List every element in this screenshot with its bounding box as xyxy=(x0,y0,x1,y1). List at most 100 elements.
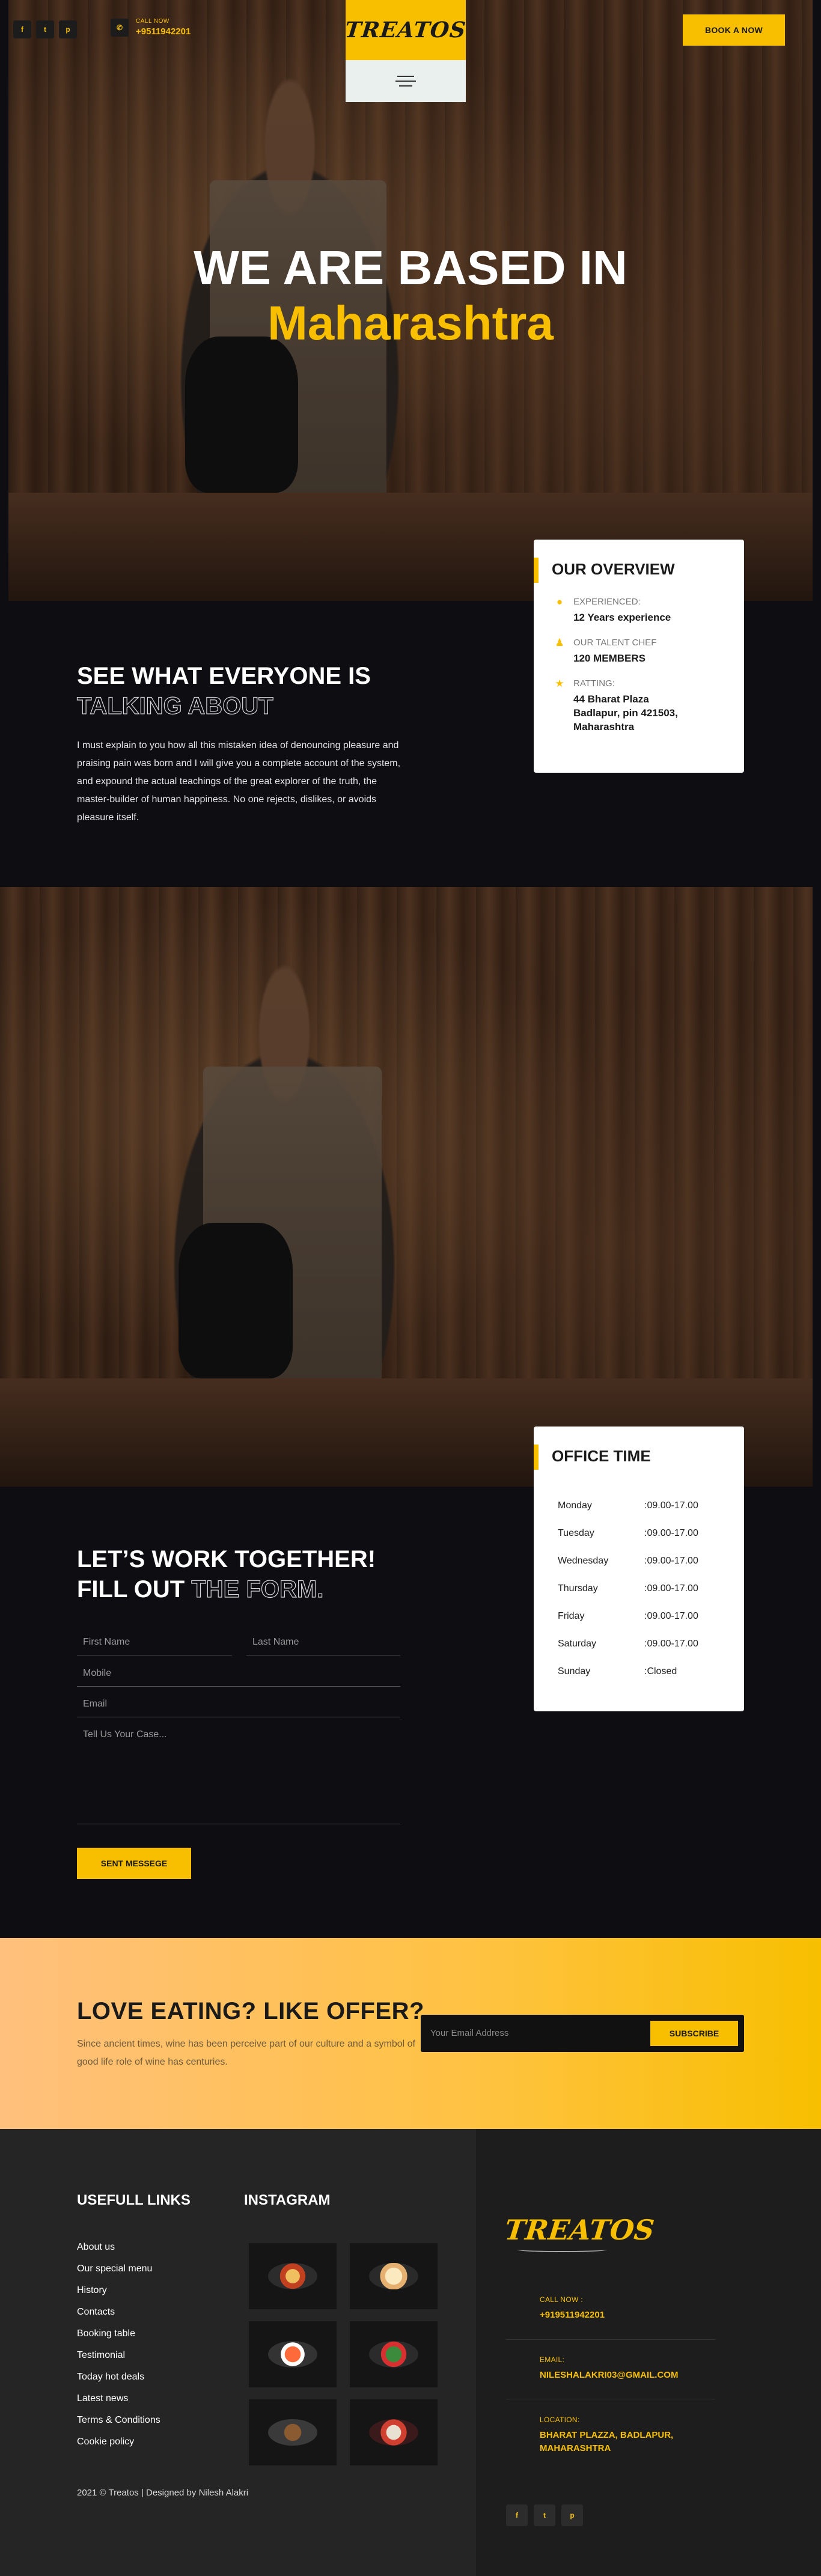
overview-item: ● EXPERIENCED: 12 Years experience xyxy=(554,597,744,624)
office-row: Monday :09.00-17.00 xyxy=(534,1492,744,1520)
footer-link[interactable]: Booking table xyxy=(77,2327,160,2348)
office-day: Friday xyxy=(558,1611,585,1621)
office-time-title: OFFICE TIME xyxy=(534,1427,744,1470)
hero-title: WE ARE BASED IN Maharashtra xyxy=(0,240,821,351)
twitter-icon[interactable]: t xyxy=(534,2504,555,2526)
office-day: Monday xyxy=(558,1500,592,1511)
footer-logo[interactable]: TREATOS xyxy=(503,2214,656,2246)
useful-links-title: USEFULL LINKS xyxy=(77,2192,191,2208)
overview-card: OUR OVERVIEW ● EXPERIENCED: 12 Years exp… xyxy=(534,540,744,773)
overview-item: ♟ OUR TALENT CHEF 120 MEMBERS xyxy=(554,638,744,665)
instagram-title: INSTAGRAM xyxy=(244,2192,331,2208)
office-day: Saturday xyxy=(558,1639,597,1649)
instagram-thumbnail[interactable] xyxy=(350,2321,438,2387)
first-name-field[interactable]: First Name xyxy=(77,1637,232,1655)
footer-link[interactable]: Cookie policy xyxy=(77,2435,160,2456)
footer-social-links: f t p xyxy=(506,2504,583,2526)
office-day: Tuesday xyxy=(558,1528,594,1538)
logo-text: TREATOS xyxy=(344,17,468,43)
phone-icon: ✆ xyxy=(111,18,129,37)
overview-item-value: 44 Bharat Plaza Badlapur, pin 421503, Ma… xyxy=(573,693,678,732)
star-icon: ★ xyxy=(555,678,564,689)
instagram-thumbnail[interactable] xyxy=(350,2399,438,2465)
office-row: Wednesday :09.00-17.00 xyxy=(534,1547,744,1575)
facebook-icon[interactable]: f xyxy=(506,2504,528,2526)
office-hours: :09.00-17.00 xyxy=(644,1500,698,1511)
footer-email: EMAIL: NILESHALAKRI03@GMAIL.COM xyxy=(540,2355,678,2382)
instagram-thumbnail[interactable] xyxy=(249,2399,337,2465)
office-hours: :09.00-17.00 xyxy=(644,1611,698,1621)
footer-email-value[interactable]: NILESHALAKRI03@GMAIL.COM xyxy=(540,2369,678,2382)
footer-location: LOCATION: BHARAT PLAZZA, BADLAPUR, MAHAR… xyxy=(540,2416,696,2455)
divider xyxy=(506,2339,715,2340)
footer-link[interactable]: Terms & Conditions xyxy=(77,2413,160,2435)
footer-link[interactable]: Today hot deals xyxy=(77,2370,160,2392)
user-icon: ♟ xyxy=(555,637,564,648)
form-title: LET’S WORK TOGETHER! FILL OUT THE FORM. xyxy=(77,1544,376,1604)
pinterest-icon[interactable]: p xyxy=(561,2504,583,2526)
hero-title-line2: Maharashtra xyxy=(267,296,554,350)
footer-call-value[interactable]: +919511942201 xyxy=(540,2309,605,2322)
hamburger-icon xyxy=(395,76,416,87)
footer-call-label: CALL NOW : xyxy=(540,2295,583,2304)
office-hours: :09.00-17.00 xyxy=(644,1556,698,1566)
last-name-field[interactable]: Last Name xyxy=(246,1637,400,1655)
footer-link[interactable]: Our special menu xyxy=(77,2262,160,2283)
send-message-button[interactable]: SENT MESSEGE xyxy=(77,1848,191,1879)
subscribe-button[interactable]: SUBSCRIBE xyxy=(650,2021,738,2046)
message-field[interactable]: Tell Us Your Case... xyxy=(77,1729,400,1824)
form-title-line2a: FILL OUT xyxy=(77,1576,192,1603)
footer-link[interactable]: Testimonial xyxy=(77,2348,160,2370)
instagram-gallery xyxy=(249,2243,438,2465)
site-logo[interactable]: TREATOS xyxy=(344,0,468,60)
office-time-card: OFFICE TIME Monday :09.00-17.00 Tuesday :0… xyxy=(534,1427,744,1711)
call-now-label: CALL NOW xyxy=(136,18,169,25)
pinterest-icon[interactable]: p xyxy=(59,20,77,38)
offer-section: LOVE EATING? LIKE OFFER? Since ancient t… xyxy=(0,1938,821,2129)
footer-logo-swoosh xyxy=(517,2247,607,2252)
footer-email-label: EMAIL: xyxy=(540,2355,565,2364)
office-row: Friday :09.00-17.00 xyxy=(534,1603,744,1630)
overview-item-value: 120 MEMBERS xyxy=(573,653,646,664)
footer-location-label: LOCATION: xyxy=(540,2416,580,2424)
instagram-thumbnail[interactable] xyxy=(350,2243,438,2309)
office-row: Sunday:Closed xyxy=(534,1658,744,1685)
overview-item-label: OUR TALENT CHEF xyxy=(573,638,657,648)
email-field[interactable]: Email xyxy=(77,1699,400,1717)
office-row: Saturday:09.00-17.00 xyxy=(534,1630,744,1658)
office-day: Wednesday xyxy=(558,1556,609,1566)
testimonial-title-line2: TALKING ABOUT xyxy=(76,692,273,719)
call-now-number[interactable]: +9511942201 xyxy=(136,26,191,37)
menu-toggle[interactable] xyxy=(346,60,466,102)
facebook-icon[interactable]: f xyxy=(13,20,31,38)
office-hours: :09.00-17.00 xyxy=(644,1528,698,1538)
office-hours: :09.00-17.00 xyxy=(644,1583,698,1594)
footer-location-value: BHARAT PLAZZA, BADLAPUR, MAHARASHTRA xyxy=(540,2430,674,2453)
offer-text: Since ancient times, wine has been perce… xyxy=(77,2039,415,2067)
footer-link[interactable]: About us xyxy=(77,2240,160,2262)
footer-link[interactable]: History xyxy=(77,2283,160,2305)
overview-item: ★ RATTING: 44 Bharat Plaza Badlapur, pin… xyxy=(554,678,744,734)
subscribe-email-input[interactable]: Your Email Address xyxy=(430,2028,508,2038)
office-day: Sunday xyxy=(558,1666,591,1676)
office-row: Thursday :09.00-17.00 xyxy=(534,1575,744,1603)
mobile-field[interactable]: Mobile xyxy=(77,1668,400,1687)
testimonial-title: SEE WHAT EVERYONE IS TALKING ABOUT xyxy=(76,661,371,721)
footer-link[interactable]: Contacts xyxy=(77,2305,160,2327)
offer-title: LOVE EATING? LIKE OFFER? xyxy=(77,1998,424,2024)
overview-item-label: EXPERIENCED: xyxy=(573,597,641,607)
instagram-thumbnail[interactable] xyxy=(249,2321,337,2387)
subscribe-form: Your Email Address SUBSCRIBE xyxy=(421,2015,744,2052)
overview-title: OUR OVERVIEW xyxy=(534,540,744,583)
instagram-thumbnail[interactable] xyxy=(249,2243,337,2309)
book-now-button[interactable]: BOOK A NOW xyxy=(683,14,785,46)
copyright-text: 2021 © Treatos | Designed by Nilesh Alak… xyxy=(77,2488,249,2498)
testimonial-title-line1: SEE WHAT EVERYONE IS xyxy=(77,663,371,689)
twitter-icon[interactable]: t xyxy=(36,20,54,38)
office-day: Thursday xyxy=(558,1583,598,1594)
footer-link[interactable]: Latest news xyxy=(77,2392,160,2413)
testimonial-text: I must explain to you how all this mista… xyxy=(77,740,401,823)
header-call-now: ✆ CALL NOW +9511942201 xyxy=(111,18,191,37)
footer-call: CALL NOW : +919511942201 xyxy=(540,2295,605,2322)
hero-title-line1: WE ARE BASED IN xyxy=(194,241,627,294)
